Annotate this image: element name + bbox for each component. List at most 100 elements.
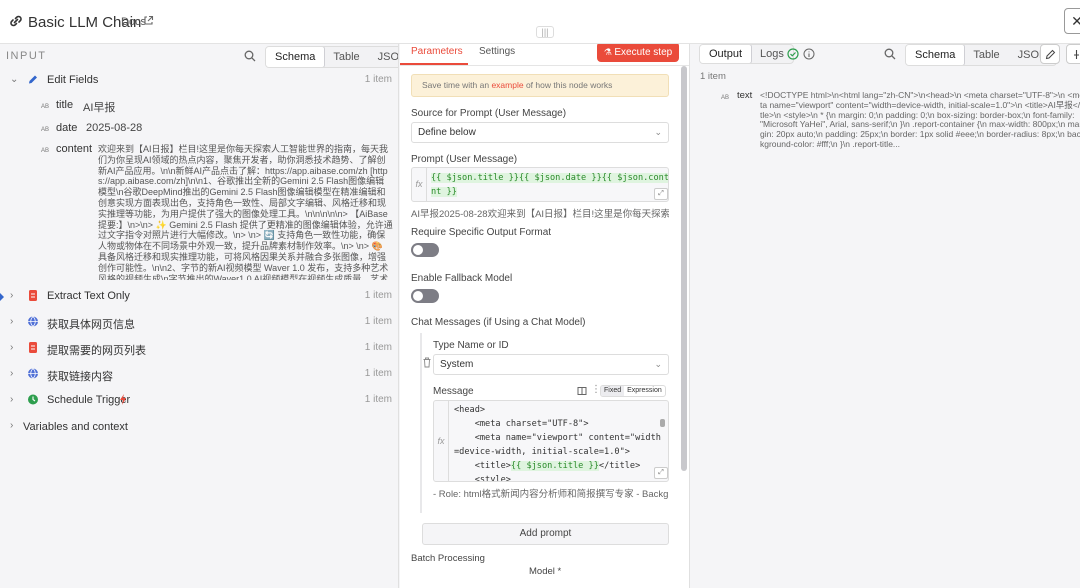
string-type-icon: AB [40,148,49,154]
code-icon [29,290,37,301]
message-expression-editor[interactable]: fx <head> <meta charset="UTF-8"> <meta n… [433,400,669,482]
success-check-icon [787,48,799,60]
output-tab-schema[interactable]: Schema [906,45,966,65]
chevron-right-icon[interactable]: › [10,420,13,431]
input-node-fetch-page-info[interactable]: › 获取具体网页信息 1 item [0,310,398,334]
flask-icon: ⚗ [603,47,615,57]
string-type-icon: AB [720,95,729,101]
type-select[interactable]: System ⌄ [433,354,669,375]
pin-output-button[interactable] [1066,44,1080,64]
input-header: INPUT [6,50,47,62]
panel-icon[interactable] [577,386,587,396]
input-node-schedule-trigger[interactable]: › Schedule Trigger 1 item [0,388,398,412]
pin-icon [1074,50,1079,59]
input-tab-schema[interactable]: Schema [266,47,326,67]
add-prompt-button[interactable]: Add prompt [422,523,669,545]
pencil-icon [29,75,37,84]
node-label: 提取需要的网页列表 [47,345,146,357]
editor-scrollbar[interactable] [660,419,665,427]
message-label: Message [433,386,474,397]
banner-text-suffix: of how this node works [523,80,613,90]
output-tabs: Output Logs [699,44,794,64]
require-output-toggle[interactable] [411,243,439,257]
input-node-extract-text-only[interactable]: › Extract Text Only 1 item [0,284,398,308]
input-node-edit-fields[interactable]: ⌄ Edit Fields 1 item [0,68,398,92]
prompt-label: Prompt (User Message) [411,154,518,165]
string-type-icon: AB [40,104,49,110]
tab-parameters[interactable]: Parameters [411,46,463,57]
prompt-expression-editor[interactable]: fx {{ $json.title }}{{ $json.date }}{{ $… [411,167,669,202]
item-count: 1 item [364,316,392,327]
edit-output-button[interactable] [1040,44,1060,64]
item-count: 1 item [364,368,392,379]
batch-processing-label: Batch Processing [411,553,485,564]
link-icon [10,15,22,27]
node-label: Extract Text Only [47,290,130,302]
tab-output[interactable]: Output [699,45,753,63]
chevron-right-icon[interactable]: › [10,368,18,379]
input-node-extract-page-list[interactable]: › 提取需要的网页列表 1 item [0,336,398,360]
message-mode-switch: Fixed Expression [600,385,666,397]
output-tab-table[interactable]: Table [964,45,1008,65]
field-key: date [56,122,78,134]
chevron-down-icon[interactable]: ⌄ [10,74,18,85]
output-key: text [737,90,753,101]
message-line: <meta charset="UTF-8"> [454,419,589,429]
model-label: Model * [529,566,562,577]
prompt-expr-line1: {{ $json.title }}{{ $json.date }}{{ $jso… [431,173,668,183]
output-item-count: 1 item [700,71,726,82]
tab-settings[interactable]: Settings [479,46,515,57]
field-title: AB title AI早报 [38,99,158,114]
chevron-right-icon[interactable]: › [10,290,18,301]
prompt-expr-line2: nt }} [431,187,457,197]
type-value: System [440,359,474,370]
output-value: <!DOCTYPE html>\n<html lang="zh-CN">\n<h… [760,91,1080,149]
message-preview: - Role: html格式新闻内容分析师和简报撰写专家 - Backgrou.… [433,489,669,500]
field-value: AI早报 [83,102,116,114]
globe-icon [28,368,38,379]
expand-editor-icon[interactable]: ⤢ [654,467,668,479]
mode-expression[interactable]: Expression [624,386,665,396]
info-icon[interactable] [803,48,815,60]
message-line: =device-width, initial-scale=1.0"> [454,447,630,457]
node-label: Schedule Trigger [47,394,131,406]
input-node-fetch-link-content[interactable]: › 获取链接内容 1 item [0,362,398,386]
example-banner: Save time with an example of how this no… [411,74,669,97]
search-icon[interactable] [884,48,896,60]
output-view-switch: Schema Table JSON [905,44,1057,66]
external-link-icon[interactable] [143,15,154,26]
trash-icon[interactable] [422,357,432,368]
chevron-right-icon[interactable]: › [10,316,18,327]
chevron-right-icon[interactable]: › [10,394,18,405]
input-tab-table[interactable]: Table [324,47,368,67]
clock-icon [28,394,38,405]
require-output-label: Require Specific Output Format [411,227,552,238]
field-content-value: 欢迎来到【AI日报】栏目!这里是你每天探索人工智能世界的指南，每天我们为你呈现A… [98,144,393,280]
prompt-expression-line: {{ $json.title }}{{ $json.date }}{{ $jso… [431,171,668,185]
item-count: 1 item [364,74,392,85]
source-label: Source for Prompt (User Message) [411,108,567,119]
source-select[interactable]: Define below ⌄ [411,122,669,143]
node-label: 获取具体网页信息 [47,319,135,331]
params-scrollbar[interactable] [681,66,687,471]
execute-step-label: Execute step [614,47,673,58]
title-expression: {{ $json.title }} [510,461,599,471]
drag-handle[interactable]: ||| [536,26,554,38]
input-tab-json[interactable]: JSON [369,47,398,67]
field-key: content [56,143,93,155]
example-link[interactable]: example [491,80,523,90]
fallback-toggle[interactable] [411,289,439,303]
expand-editor-icon[interactable]: ⤢ [654,188,668,200]
prompt-expression-line: nt }} [431,185,457,199]
mode-fixed[interactable]: Fixed [601,386,625,396]
field-key: title [56,99,74,111]
item-count: 1 item [364,394,392,405]
item-count: 1 item [364,342,392,353]
variables-and-context[interactable]: Variables and context [23,421,128,433]
search-icon[interactable] [244,50,256,62]
close-button[interactable]: ✕ [1064,8,1080,34]
code-icon [29,342,37,353]
node-label: Edit Fields [47,74,99,86]
execute-step-button[interactable]: ⚗ Execute step [597,44,679,62]
chevron-right-icon[interactable]: › [10,342,18,353]
